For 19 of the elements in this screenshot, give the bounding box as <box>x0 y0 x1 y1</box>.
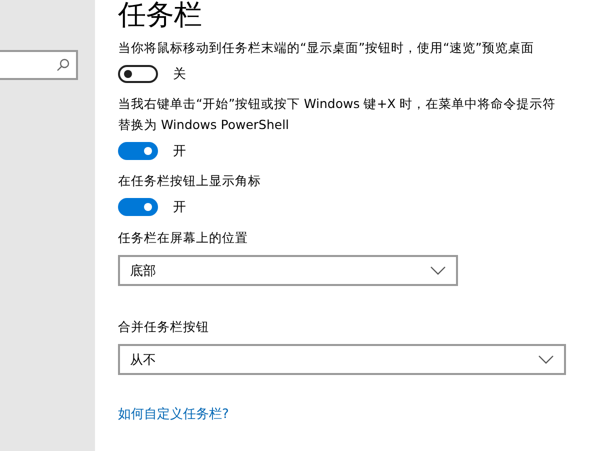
setting-label: 在任务栏按钮上显示角标 <box>118 172 262 190</box>
setting-label: 当我右键单击“开始”按钮或按下 Windows 键+X 时，在菜单中将命令提示符替换为 Windows PowerShell <box>118 95 557 134</box>
toggle-state: 开 <box>173 143 186 160</box>
toggle-switch[interactable] <box>118 65 158 83</box>
chevron-down-icon <box>538 355 554 364</box>
setting-label: 当你将鼠标移动到任务栏末端的“显示桌面”按钮时，使用“速览”预览桌面 <box>118 39 535 57</box>
setting-label: 任务栏在屏幕上的位置 <box>118 229 249 247</box>
chevron-down-icon <box>430 266 446 275</box>
toggle-switch[interactable] <box>118 142 158 160</box>
search-field[interactable] <box>0 50 78 80</box>
toggle-state: 开 <box>173 199 186 216</box>
toggle-state: 关 <box>173 66 186 83</box>
dropdown[interactable]: 底部 <box>118 255 458 286</box>
page-title: 任务栏 <box>118 0 203 32</box>
dropdown[interactable]: 从不 <box>118 344 566 375</box>
toggle-switch[interactable] <box>118 198 158 216</box>
setting-label: 合并任务栏按钮 <box>118 318 210 336</box>
search-icon <box>56 58 70 72</box>
help-link[interactable]: 如何自定义任务栏? <box>118 405 229 423</box>
